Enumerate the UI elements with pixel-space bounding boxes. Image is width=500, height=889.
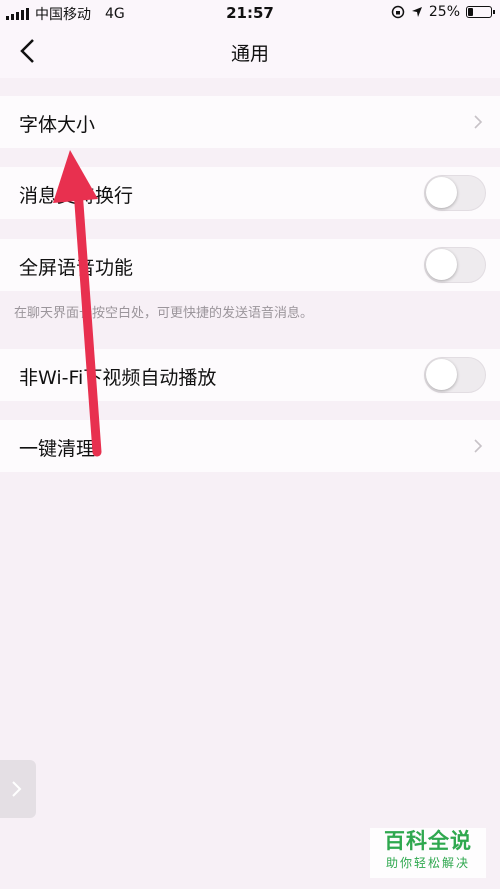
autoplay-video-toggle[interactable] [424, 357, 486, 393]
status-bar: 中国移动 4G 21:57 25% [0, 0, 500, 26]
fullscreen-voice-row: 全屏语音功能 [0, 239, 500, 291]
message-wrap-toggle[interactable] [424, 175, 486, 211]
location-icon [411, 7, 422, 17]
toggle-knob [426, 249, 457, 280]
battery-icon [466, 6, 495, 18]
page-title: 通用 [230, 43, 269, 65]
chevron-right-icon [474, 439, 483, 453]
one-key-clean-label: 一键清理 [19, 438, 96, 460]
watermark-logo: 百科全说 助你轻松解决 [370, 828, 486, 878]
battery-fill [468, 8, 473, 16]
message-wrap-row: 消息支持换行 [0, 167, 500, 219]
toggle-knob [426, 359, 457, 390]
battery-percent: 25% [428, 4, 460, 20]
floating-side-tab[interactable] [0, 760, 36, 818]
rotation-lock-icon [391, 5, 405, 19]
autoplay-video-label: 非Wi-Fi下视频自动播放 [19, 367, 217, 389]
status-right: 25% [391, 4, 495, 20]
fullscreen-voice-label: 全屏语音功能 [19, 257, 134, 279]
font-size-label: 字体大小 [19, 114, 96, 136]
chevron-right-icon [12, 781, 22, 797]
chevron-right-icon [474, 115, 483, 129]
fullscreen-voice-toggle[interactable] [424, 247, 486, 283]
message-wrap-label: 消息支持换行 [19, 185, 134, 207]
fullscreen-voice-hint: 在聊天界面长按空白处，可更快捷的发送语音消息。 [14, 306, 314, 321]
watermark-subtitle: 助你轻松解决 [385, 856, 470, 870]
toggle-knob [426, 177, 457, 208]
font-size-row[interactable]: 字体大小 [0, 96, 500, 148]
nav-bar: 通用 [0, 26, 500, 78]
one-key-clean-row[interactable]: 一键清理 [0, 420, 500, 472]
autoplay-video-row: 非Wi-Fi下视频自动播放 [0, 349, 500, 401]
watermark-title: 百科全说 [384, 829, 472, 853]
